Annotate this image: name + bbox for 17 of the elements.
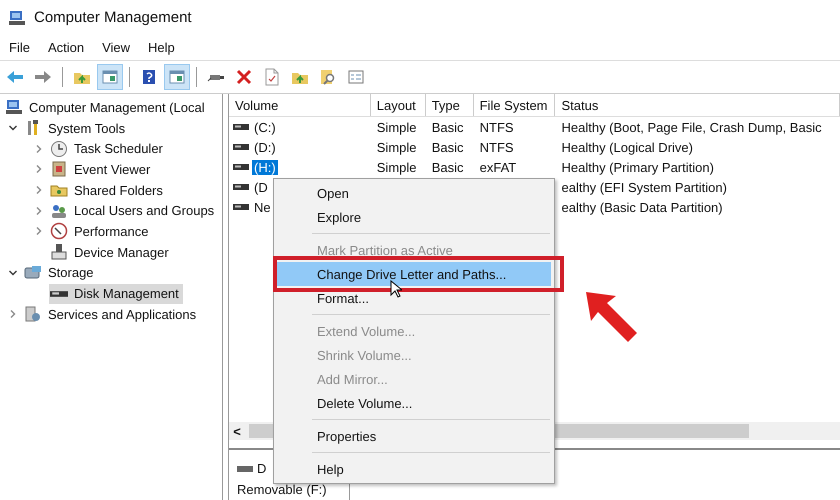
table-cell: Basic [432,120,464,134]
table-cell: Healthy (Boot, Page File, Crash Dump, Basic [561,120,822,134]
table-cell: ealthy (Basic Data Partition) [561,200,723,214]
table-cell: Healthy (Primary Partition) [561,160,714,174]
table-cell: NTFS [480,140,514,154]
window-title: Computer Management [34,9,192,26]
disk-type: Removable (F:) [237,482,328,498]
table-cell: Simple [376,140,417,154]
table-cell: Basic [432,140,464,154]
table-cell: Simple [376,120,417,134]
table-cell: Simple [376,160,417,174]
disk-name: D [257,461,266,477]
table-cell: Healthy (Logical Drive) [561,140,693,154]
table-cell: Basic [432,160,464,174]
table-cell: NTFS [480,120,514,134]
table-cell: exFAT [480,160,516,174]
table-cell: ealthy (EFI System Partition) [561,180,727,194]
